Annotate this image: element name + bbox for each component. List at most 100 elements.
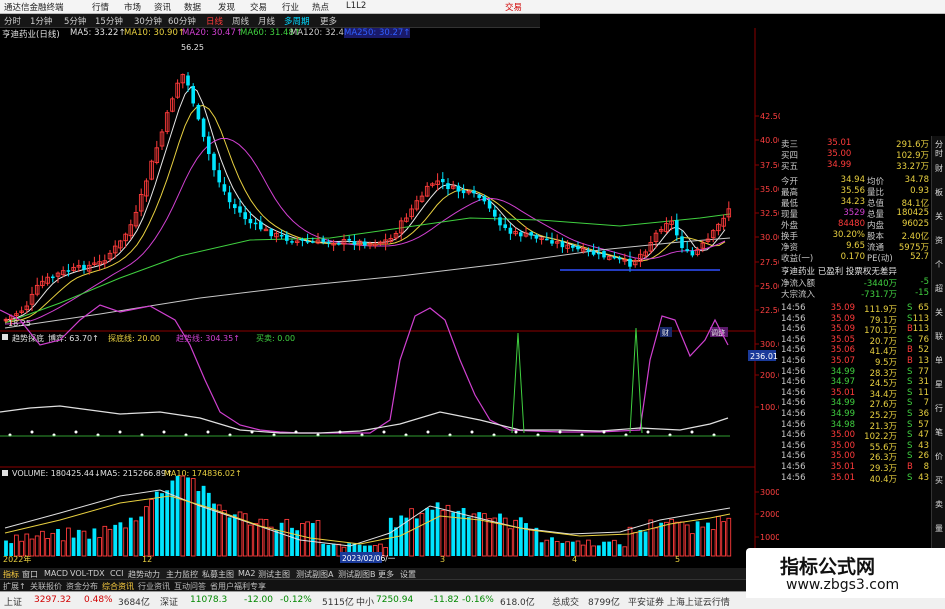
candle-down	[279, 234, 284, 237]
right-tab[interactable]: 联	[933, 332, 945, 341]
right-tab[interactable]: 关	[933, 212, 945, 221]
period-15min[interactable]: 15分钟	[95, 15, 123, 27]
price-tick-label: 40.00	[760, 136, 780, 145]
candle-down	[248, 218, 253, 224]
tick-row: 14:56 34.98 21.3万 S 57	[779, 419, 931, 432]
indicator-toggle-icon[interactable]	[2, 334, 8, 340]
right-tab[interactable]: 量	[933, 524, 945, 533]
volume-bar-up	[664, 521, 669, 557]
volume-tick-label: 10000	[760, 533, 780, 542]
volume-bar-down	[113, 524, 118, 556]
boyi-dot	[206, 430, 210, 434]
tick-row-cell: 11	[918, 387, 929, 398]
stats-row-cell: 9.65	[846, 241, 865, 251]
menu-hangye[interactable]: 行业	[282, 1, 299, 13]
fund-flow-row-cell: -5	[920, 277, 929, 287]
period-30min[interactable]: 30分钟	[134, 15, 162, 27]
boyi-dot	[30, 430, 34, 434]
date-axis: 2022年 12 2023/02/06/一 3 4 5	[3, 552, 680, 564]
tick-row-cell: S	[907, 451, 913, 462]
volume-bar-down	[232, 514, 237, 556]
volume-bar-up	[528, 528, 534, 557]
date-label: 5	[675, 555, 680, 564]
volume-bar-up	[575, 540, 581, 557]
period-5min[interactable]: 5分钟	[64, 15, 86, 27]
right-tab[interactable]: 个	[933, 260, 945, 269]
right-tab[interactable]: 价	[933, 452, 945, 461]
volume-bar-up	[315, 520, 321, 557]
right-tab[interactable]: 板	[933, 188, 945, 197]
volume-bar-down	[602, 541, 606, 556]
volume-bar-down	[87, 538, 92, 556]
right-tab[interactable]: 行	[933, 404, 945, 413]
volume-bar-up	[97, 537, 102, 557]
candle-down	[337, 243, 341, 245]
indicator-name: 趋势探底	[12, 333, 44, 343]
right-tab[interactable]: 单	[933, 356, 945, 365]
right-tab[interactable]: 资	[933, 236, 945, 245]
volume-bar-up	[19, 540, 24, 557]
kline-chart[interactable]: 42.50 40.00 37.50 35.00 32.50 30.00 27.50 25.00…	[0, 28, 780, 568]
candle-down	[347, 238, 351, 241]
right-tab[interactable]: 笔	[933, 428, 945, 437]
tab-vol-tdx[interactable]: VOL-TDX	[70, 569, 105, 578]
period-fenshi[interactable]: 分时	[4, 15, 21, 27]
marker-cai-label: 财	[662, 328, 669, 337]
tab-macd[interactable]: MACD	[44, 569, 68, 578]
menu-jiaoyi[interactable]: 交易	[250, 1, 267, 13]
volume-bar-down	[227, 517, 232, 556]
tick-row-cell: S	[907, 419, 913, 430]
menu-faxian[interactable]: 发现	[218, 1, 235, 13]
right-tab[interactable]: 财	[933, 164, 945, 173]
tab-ma2[interactable]: MA2	[238, 569, 255, 578]
volume-bar-down	[706, 522, 710, 556]
menu-zixun[interactable]: 资讯	[154, 1, 171, 13]
boyi-line	[0, 405, 729, 434]
candle-down	[493, 209, 497, 217]
candle-down	[285, 234, 289, 241]
tick-row-cell: S	[907, 303, 913, 313]
tick-row-cell: 35.01	[830, 462, 855, 472]
status-item: -0.12%	[280, 595, 312, 605]
right-tab[interactable]: 买	[933, 476, 945, 485]
boyi-dot	[470, 430, 474, 434]
candle-down	[617, 257, 622, 260]
right-tab[interactable]: 分时	[933, 140, 945, 158]
volume-bar-up	[653, 527, 659, 557]
right-tab[interactable]: 超	[933, 284, 945, 293]
candle-down	[534, 234, 539, 239]
period-daily[interactable]: 日线	[206, 15, 223, 27]
volume-bar-down	[274, 529, 279, 556]
candle-down	[602, 251, 606, 258]
volume-toggle-icon[interactable]	[2, 470, 8, 476]
tab-cci[interactable]: CCI	[110, 569, 124, 578]
period-monthly[interactable]: 月线	[258, 15, 275, 27]
menu-hangqing[interactable]: 行情	[92, 1, 109, 13]
right-tab[interactable]: 卖	[933, 500, 945, 509]
menu-l1l2[interactable]: L1L2	[346, 1, 366, 11]
volume-bar-up	[632, 532, 638, 557]
order-book-row-cell: 35.01	[827, 138, 852, 148]
stats-row-cell: 180425	[896, 208, 929, 218]
fund-flow-row: 大宗流入 -731.7万 -15	[779, 288, 931, 300]
trade-button[interactable]: 交易	[505, 1, 522, 13]
right-tab[interactable]: 关	[933, 308, 945, 317]
right-tab[interactable]: 星	[933, 380, 945, 389]
tick-row-cell: S	[907, 409, 913, 419]
tick-row-cell: S	[907, 430, 913, 441]
volume-bar-up	[284, 518, 290, 557]
menu-shichang[interactable]: 市场	[124, 1, 141, 13]
tick-row-cell: 34.98	[830, 419, 855, 430]
period-weekly[interactable]: 周线	[232, 15, 249, 27]
stats-row-cell: 34.23	[840, 197, 865, 207]
period-more[interactable]: 更多	[320, 15, 337, 27]
candle-down	[186, 75, 190, 86]
period-1min[interactable]: 1分钟	[30, 15, 52, 27]
period-60min[interactable]: 60分钟	[168, 15, 196, 27]
menu-shuju[interactable]: 数据	[184, 1, 201, 13]
candle-down	[529, 232, 533, 236]
volume-bar-down	[550, 537, 554, 556]
menu-redian[interactable]: 热点	[312, 1, 329, 13]
period-multi[interactable]: 多周期	[284, 15, 310, 27]
volume-bar-down	[617, 544, 622, 556]
